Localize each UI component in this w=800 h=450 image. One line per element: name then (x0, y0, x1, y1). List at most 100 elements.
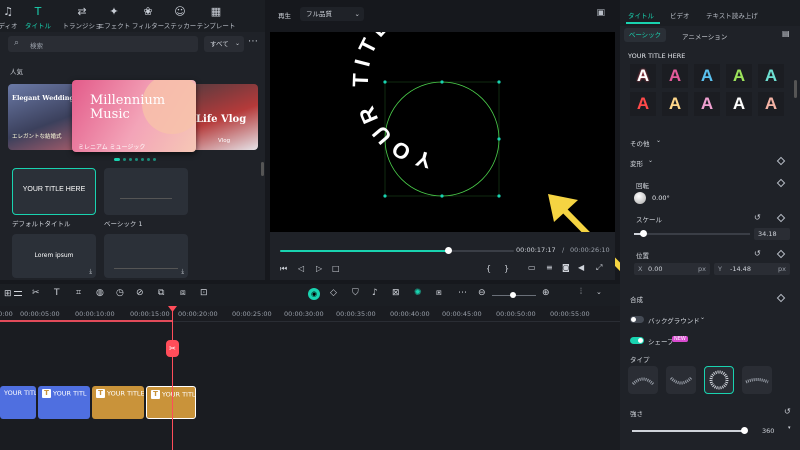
strength-value[interactable]: 360 (754, 425, 790, 437)
tab-title[interactable]: タイトル (628, 10, 654, 20)
tab-titles[interactable]: T タイトル (16, 6, 60, 34)
crop-icon[interactable]: ⌗ (76, 288, 81, 298)
layout-icon[interactable]: ⧆ (436, 288, 442, 298)
step-back-icon[interactable]: ◁ (298, 264, 304, 273)
mark-out-icon[interactable]: } (504, 264, 509, 273)
camera-icon[interactable]: ◙ (562, 263, 570, 272)
quality-dropdown[interactable]: フル品質 ⌄ (300, 7, 364, 21)
banner-life-vlog[interactable]: Life Vlog Vlog (190, 84, 258, 150)
composite-section[interactable]: 合成 (630, 294, 643, 304)
reset-icon[interactable]: ↺ (754, 249, 761, 258)
panel-scrollbar[interactable] (794, 80, 797, 98)
timeline-clip[interactable]: T YOUR TITL (38, 386, 90, 419)
template-default-title[interactable]: YOUR TITLE HERE (12, 168, 96, 215)
scale-value[interactable]: 34.18 (754, 228, 790, 240)
other-section[interactable]: その他 (630, 138, 650, 148)
progress-knob[interactable] (444, 247, 452, 254)
save-preset-icon[interactable]: ▤ (782, 29, 790, 38)
preset-2[interactable]: A (662, 64, 688, 88)
split-icon[interactable]: ⧈ (180, 288, 186, 298)
stepper-icon[interactable]: ▾ (788, 425, 791, 431)
search-input[interactable]: ⌕ 検索 (8, 36, 198, 52)
fullscreen-icon[interactable]: ⤢ (596, 263, 602, 273)
chevron-down-icon[interactable]: ⌄ (648, 157, 653, 164)
mark-in-icon[interactable]: { (486, 264, 491, 273)
timeline-clip-selected[interactable]: T YOUR TITLE (146, 386, 196, 419)
preset-1[interactable]: A (630, 64, 656, 88)
keyframe-position-icon[interactable] (776, 249, 786, 259)
preset-3[interactable]: A (694, 64, 720, 88)
shape-type-arc-down[interactable] (628, 366, 658, 394)
banner-millennium-music[interactable]: Millennium Music ミレニアム ミュージック (72, 80, 196, 152)
keyframe-scale-icon[interactable] (776, 213, 786, 223)
prev-frame-icon[interactable]: ⏮ (280, 264, 287, 274)
chevron-down-icon[interactable]: ⌄ (596, 288, 602, 296)
preset-7[interactable]: A (662, 92, 688, 116)
shield-icon[interactable]: ⛉ (352, 288, 359, 298)
cut-icon[interactable]: ✂ (32, 288, 40, 298)
volume-icon[interactable]: ◀ (578, 263, 584, 272)
preset-4[interactable]: A (726, 64, 752, 88)
group-icon[interactable]: ⧉ (158, 288, 164, 298)
tab-templates[interactable]: ▦ テンプレート (194, 6, 238, 31)
audio-level-icon[interactable]: ≡ (546, 263, 553, 272)
ai-icon[interactable]: ⊠ (392, 288, 400, 298)
zoom-knob[interactable] (510, 292, 516, 298)
keyframe-composite-icon[interactable] (776, 293, 786, 303)
timeline[interactable]: 00:00 00:00:05:00 00:00:10:00 00:00:15:0… (0, 306, 620, 450)
template-tile-4[interactable]: ⤓ (104, 234, 188, 278)
background-toggle[interactable] (630, 316, 644, 323)
mask-icon[interactable]: ⊘ (136, 288, 144, 298)
more-icon[interactable]: ⋯ (248, 36, 258, 47)
banner-elegant-wedding[interactable]: Elegant Wedding エレガントな結婚式 (8, 84, 76, 150)
preset-6[interactable]: A (630, 92, 656, 116)
render-icon[interactable]: ◉ (308, 288, 320, 300)
download-icon[interactable]: ⤓ (89, 268, 92, 276)
shape-type-circle[interactable] (704, 366, 734, 394)
shape-type-arc-up[interactable] (666, 366, 696, 394)
playhead[interactable] (172, 306, 173, 450)
subtab-basic[interactable]: ベーシック (624, 28, 666, 42)
position-x-field[interactable]: X 0.00 px (634, 263, 710, 275)
detach-icon[interactable]: ⊡ (200, 288, 208, 298)
text-tool-icon[interactable]: T (54, 288, 60, 298)
keyframe-icon[interactable]: ◇ (330, 288, 337, 298)
keyframe-rotate-icon[interactable] (776, 178, 786, 188)
timeline-clip[interactable]: T YOUR TITLE (92, 386, 144, 419)
template-basic-1[interactable] (104, 168, 188, 215)
shape-toggle[interactable] (630, 337, 644, 344)
template-lorem-ipsum[interactable]: Lorem ipsum ⤓ (12, 234, 96, 278)
preset-5[interactable]: A (758, 64, 784, 88)
monitor-icon[interactable]: ▭ (528, 263, 536, 272)
filter-dropdown[interactable]: すべて ⌄ (204, 36, 244, 52)
zoom-out-icon[interactable]: ⊖ (478, 288, 486, 298)
grid-icon[interactable]: ⊞ (4, 289, 12, 299)
work-area-bar[interactable] (0, 320, 172, 322)
preset-9[interactable]: A (726, 92, 752, 116)
reset-icon[interactable]: ↺ (784, 407, 791, 416)
reset-icon[interactable]: ↺ (754, 213, 761, 222)
more-tools-icon[interactable]: ⋯ (458, 288, 467, 298)
shape-type-arc-flat[interactable] (742, 366, 772, 394)
rotate-value[interactable]: 0.00° (652, 194, 670, 202)
chevron-down-icon[interactable]: ⌄ (700, 314, 705, 321)
preset-8[interactable]: A (694, 92, 720, 116)
timeline-clip[interactable]: YOUR TITL (0, 386, 36, 419)
mic-icon[interactable]: ♪ (372, 288, 378, 298)
keyframe-transform-icon[interactable] (776, 156, 786, 166)
stop-icon[interactable]: □ (332, 264, 340, 273)
scale-knob[interactable] (639, 230, 647, 237)
tab-tts[interactable]: テキスト読み上げ (706, 10, 758, 20)
snap-icon[interactable]: ✺ (414, 288, 422, 298)
chevron-down-icon[interactable]: ⌄ (656, 137, 661, 144)
zoom-in-icon[interactable]: ⊕ (542, 288, 550, 298)
split-scissors-icon[interactable]: ✂ (166, 340, 179, 357)
strength-knob[interactable] (740, 427, 748, 434)
rotate-dial[interactable] (634, 192, 646, 204)
transform-section[interactable]: 変形 (630, 158, 643, 168)
progress-track[interactable] (280, 247, 514, 254)
carousel-dots[interactable] (114, 158, 156, 162)
scale-slider[interactable] (634, 230, 750, 237)
subtab-animation[interactable]: アニメーション (682, 31, 727, 41)
speed-icon[interactable]: ◷ (116, 288, 124, 298)
